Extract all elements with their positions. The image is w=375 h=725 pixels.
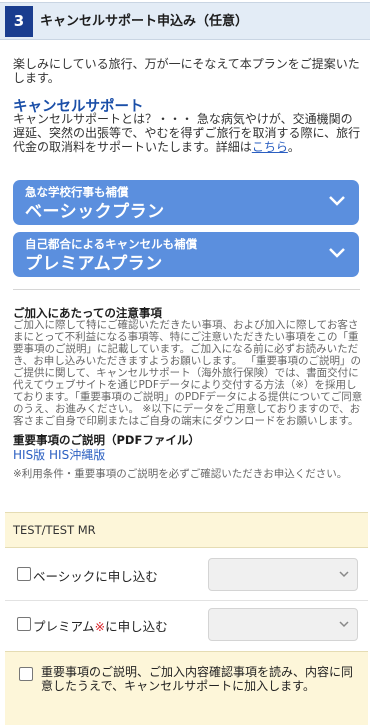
premium-plan-accordion[interactable]: 自己都合によるキャンセルも補償 プレミアムプラン	[13, 232, 359, 277]
confirm-box: 重要事項のご説明、ご加入内容確認事項を読み、内容に同意したうえで、キャンセルサポ…	[5, 651, 368, 725]
section-header: 3 キャンセルサポート申込み（任意）	[0, 2, 370, 40]
chevron-down-icon	[339, 621, 349, 628]
traveler-name: TEST/TEST MR	[13, 523, 96, 537]
section-number: 3	[5, 6, 33, 37]
confirm-checkbox[interactable]	[19, 667, 33, 681]
premium-label-tail: に申し込む	[105, 619, 168, 634]
application-panel: TEST/TEST MR ベーシックに申し込む プレミアム※に申し込む 重要事項…	[5, 512, 368, 725]
basic-plan-name: ベーシックプラン	[25, 202, 165, 222]
basic-apply-checkbox[interactable]	[17, 567, 31, 581]
basic-apply-select[interactable]	[208, 558, 358, 591]
chevron-down-icon	[329, 248, 345, 258]
divider	[13, 289, 360, 290]
intro-text: 楽しみにしている旅行、万が一にそなえて本プランをご提案いたします。	[13, 57, 360, 85]
cancel-support-body: キャンセルサポートとは？・・・ 急な病気やけが、交通機関の遅延、突然の出張等で、…	[13, 112, 361, 154]
premium-apply-checkbox[interactable]	[17, 617, 31, 631]
basic-apply-row: ベーシックに申し込む	[5, 550, 368, 600]
traveler-row: TEST/TEST MR	[5, 512, 368, 548]
cancel-support-tail: 。	[287, 140, 300, 154]
notes-body: ご加入に際して特にご確認いただきたい事項、および加入に際してお客さまにとって不利…	[13, 319, 363, 427]
basic-apply-label: ベーシックに申し込む	[33, 569, 158, 584]
required-mark: ※	[94, 619, 106, 634]
confirm-text: 重要事項のご説明、ご加入内容確認事項を読み、内容に同意したうえで、キャンセルサポ…	[41, 665, 354, 693]
premium-label-text: プレミアム	[33, 619, 95, 634]
pdf-link-his-okinawa[interactable]: HIS沖縄版	[49, 448, 105, 462]
pdf-link-his[interactable]: HIS版	[13, 448, 45, 462]
chevron-down-icon	[339, 571, 349, 578]
section-title: キャンセルサポート申込み（任意）	[40, 14, 249, 29]
pdf-note: ※利用条件・重要事項のご説明を必ずご確認いただきお申込ください。	[13, 468, 348, 480]
premium-apply-label: プレミアム※に申し込む	[33, 616, 168, 635]
premium-apply-row: プレミアム※に申し込む	[5, 600, 368, 650]
details-link[interactable]: こちら	[252, 140, 288, 154]
cancel-support-description: キャンセルサポートとは？・・・ 急な病気やけが、交通機関の遅延、突然の出張等で、…	[13, 112, 363, 154]
premium-apply-select[interactable]	[208, 608, 358, 641]
pdf-links: HIS版 HIS沖縄版	[13, 446, 105, 463]
chevron-down-icon	[329, 196, 345, 206]
basic-plan-accordion[interactable]: 急な学校行事も補償 ベーシックプラン	[13, 180, 359, 225]
premium-plan-name: プレミアムプラン	[25, 254, 163, 274]
